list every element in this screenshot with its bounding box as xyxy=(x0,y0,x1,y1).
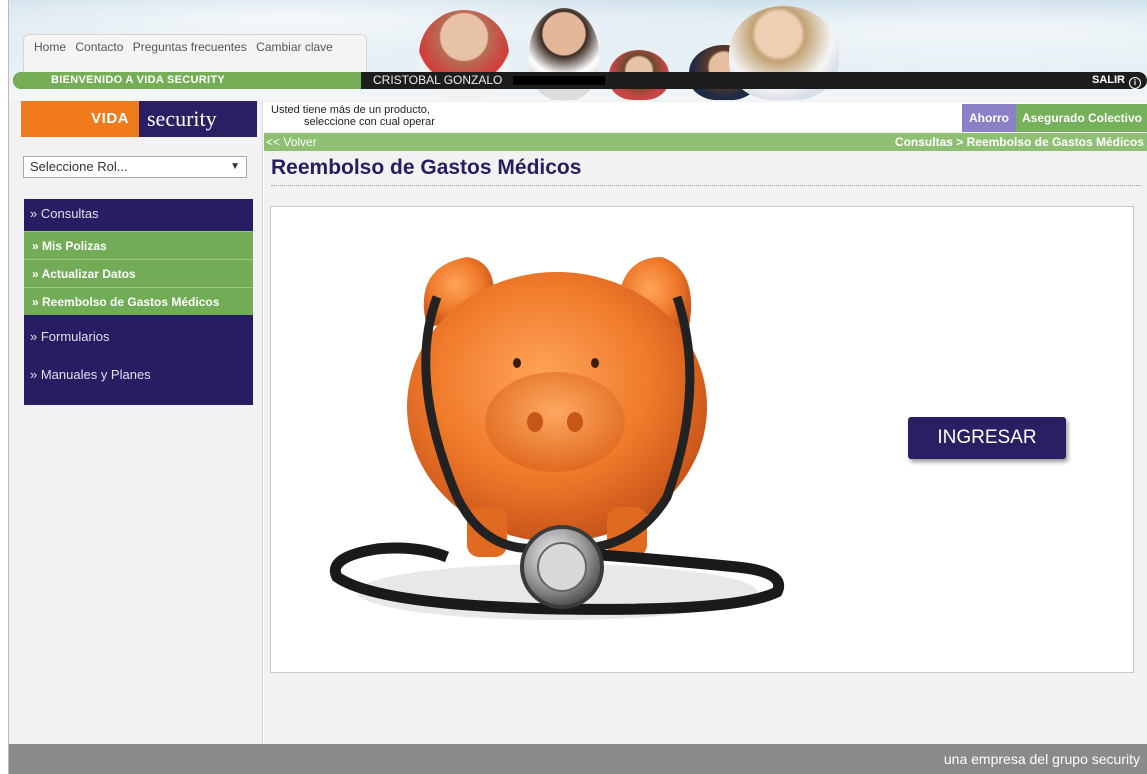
menu-item-manuales[interactable]: » Manuales y Planes xyxy=(24,355,253,395)
menu-item-label: Reembolso de Gastos Médicos xyxy=(42,295,220,309)
menu-item-mis-polizas[interactable]: » Mis Polizas xyxy=(24,231,253,259)
menu-item-formularios[interactable]: » Formularios xyxy=(24,315,253,355)
chevron-down-icon: ▼ xyxy=(230,161,240,172)
vida-security-logo[interactable]: VIDA security xyxy=(21,101,257,137)
product-instructions: Usted tiene más de un producto, seleccio… xyxy=(271,104,435,128)
menu-item-label: Mis Polizas xyxy=(42,239,107,253)
info-icon: i xyxy=(1129,77,1141,89)
pig-nostril xyxy=(567,412,583,432)
nav-home-link[interactable]: Home xyxy=(34,40,66,54)
stethoscope-diaphragm xyxy=(537,542,587,592)
pig-snout xyxy=(485,372,625,472)
nav-faq-link[interactable]: Preguntas frecuentes xyxy=(133,40,247,54)
tab-ahorro[interactable]: Ahorro xyxy=(962,104,1016,132)
pig-nostril xyxy=(527,412,543,432)
role-select-value: Seleccione Rol... xyxy=(30,159,128,174)
welcome-bar: BIENVENIDO A VIDA SECURITY CRISTOBAL GON… xyxy=(13,72,1147,89)
sidebar-menu: » Consultas » Mis Polizas » Actualizar D… xyxy=(24,199,253,405)
logo-vida: VIDA xyxy=(21,101,139,137)
product-bar: Usted tiene más de un producto, seleccio… xyxy=(264,102,1147,132)
back-link[interactable]: << Volver xyxy=(266,133,317,151)
nav-contacto-link[interactable]: Contacto xyxy=(75,40,123,54)
page-frame: Home Contacto Preguntas frecuentes Cambi… xyxy=(8,0,1147,774)
menu-item-consultas[interactable]: » Consultas xyxy=(24,199,253,231)
pig-eye xyxy=(591,358,599,368)
logout-button[interactable]: SALIR i xyxy=(1092,72,1141,89)
redacted-block xyxy=(513,76,605,85)
menu-item-reembolso[interactable]: » Reembolso de Gastos Médicos xyxy=(24,287,253,315)
content-panel: INGRESAR xyxy=(270,206,1134,673)
logout-label: SALIR xyxy=(1092,74,1125,86)
piggy-bank-stethoscope-image xyxy=(330,257,784,620)
role-select[interactable]: Seleccione Rol... ▼ xyxy=(23,156,247,178)
sidebar: VIDA security Seleccione Rol... ▼ » Cons… xyxy=(9,100,263,744)
ingresar-button[interactable]: INGRESAR xyxy=(908,417,1066,459)
tab-asegurado-colectivo[interactable]: Asegurado Colectivo xyxy=(1016,104,1147,132)
main-area: Usted tiene más de un producto, seleccio… xyxy=(264,100,1147,744)
product-line1: Usted tiene más de un producto, xyxy=(271,104,430,116)
user-name: CRISTOBAL GONZALO xyxy=(373,73,503,87)
pig-eye xyxy=(513,358,521,368)
welcome-text: BIENVENIDO A VIDA SECURITY xyxy=(13,72,361,89)
breadcrumb: Consultas > Reembolso de Gastos Médicos xyxy=(894,135,1144,149)
breadcrumb-bar: << Volver Consultas > Reembolso de Gasto… xyxy=(264,133,1147,151)
nav-change-password-link[interactable]: Cambiar clave xyxy=(256,40,333,54)
menu-item-label: Actualizar Datos xyxy=(41,267,136,281)
product-line2: seleccione con cual operar xyxy=(304,116,435,128)
header-banner: Home Contacto Preguntas frecuentes Cambi… xyxy=(9,0,1147,100)
menu-item-actualizar-datos[interactable]: » Actualizar Datos xyxy=(24,259,253,287)
logo-security: security xyxy=(147,106,217,131)
top-nav: Home Contacto Preguntas frecuentes Cambi… xyxy=(23,34,367,72)
footer: una empresa del grupo security xyxy=(9,744,1147,774)
page-title: Reembolso de Gastos Médicos xyxy=(271,154,1141,186)
